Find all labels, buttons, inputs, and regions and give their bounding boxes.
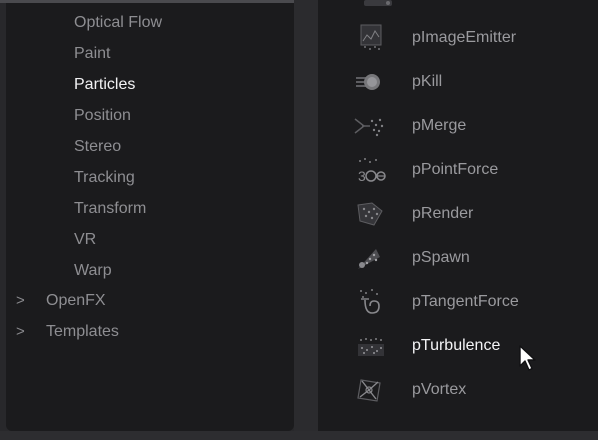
tool-label: pKill [412, 73, 443, 90]
tool-label: pRender [412, 205, 474, 222]
svg-text:3: 3 [358, 168, 366, 184]
tool-item-ppointforce[interactable]: 3 pPointForce [352, 153, 592, 187]
tool-label: pTurbulence [412, 337, 501, 354]
group-openfx[interactable]: > OpenFX [16, 291, 106, 311]
image-emitter-icon [352, 23, 396, 53]
tool-item-pmerge[interactable]: pMerge [352, 109, 592, 143]
category-transform[interactable]: Transform [74, 199, 146, 219]
category-tree-panel [6, 3, 294, 431]
category-paint[interactable]: Paint [74, 44, 110, 64]
window-frame-bottom [0, 431, 598, 440]
turbulence-icon [352, 331, 396, 361]
tool-label: pImageEmitter [412, 29, 517, 46]
category-tracking[interactable]: Tracking [74, 168, 135, 188]
tool-item-pspawn[interactable]: pSpawn [352, 241, 592, 275]
chevron-right-icon[interactable]: > [16, 322, 46, 342]
category-optical-flow[interactable]: Optical Flow [74, 13, 162, 33]
tool-item-pvortex[interactable]: pVortex [352, 373, 592, 407]
tool-label: pVortex [412, 381, 467, 398]
point-force-icon: 3 [352, 155, 396, 185]
vortex-icon [352, 375, 396, 405]
tool-label: pSpawn [412, 249, 470, 266]
category-particles[interactable]: Particles [74, 75, 135, 95]
tool-item-prender[interactable]: pRender [352, 197, 592, 231]
category-stereo[interactable]: Stereo [74, 137, 121, 157]
panel-divider[interactable] [294, 0, 318, 440]
merge-icon [352, 111, 396, 141]
tool-item-ptangentforce[interactable]: pTangentForce [352, 285, 592, 319]
category-vr[interactable]: VR [74, 230, 96, 250]
tool-item-pturbulence[interactable]: pTurbulence [352, 329, 592, 363]
partial-tool-icon [364, 0, 392, 6]
tangent-force-icon [352, 287, 396, 317]
group-openfx-label: OpenFX [46, 292, 106, 309]
kill-icon [352, 67, 396, 97]
tool-label: pTangentForce [412, 293, 519, 310]
tool-label: pPointForce [412, 161, 499, 178]
tool-item-pimageemitter[interactable]: pImageEmitter [352, 21, 592, 55]
mouse-cursor-icon [519, 345, 536, 371]
group-templates[interactable]: > Templates [16, 322, 119, 342]
tool-item-pkill[interactable]: pKill [352, 65, 592, 99]
render-icon [352, 199, 396, 229]
category-warp[interactable]: Warp [74, 261, 112, 281]
tool-label: pMerge [412, 117, 467, 134]
chevron-right-icon[interactable]: > [16, 291, 46, 311]
group-templates-label: Templates [46, 323, 119, 340]
category-position[interactable]: Position [74, 106, 131, 126]
spawn-icon [352, 243, 396, 273]
